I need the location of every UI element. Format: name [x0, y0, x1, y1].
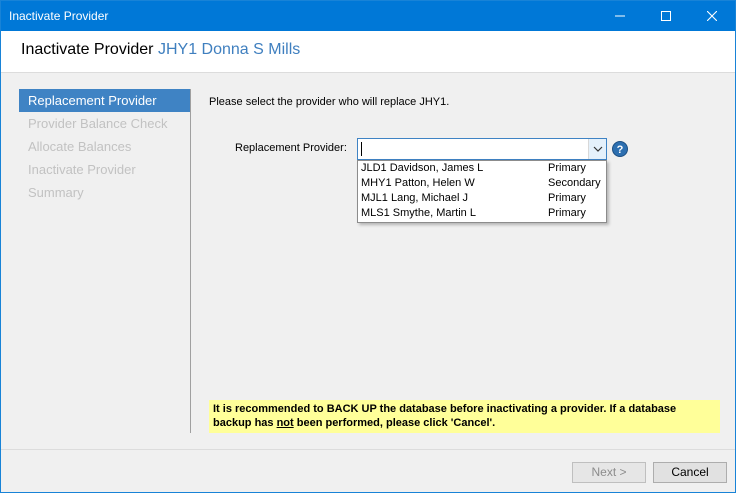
header-title: Inactivate Provider JHY1 Donna S Mills: [21, 41, 300, 59]
option-name: MHY1 Patton, Helen W: [361, 177, 475, 189]
chevron-down-icon: [593, 146, 602, 152]
dialog-window: Inactivate Provider Inactivate Provider …: [0, 0, 736, 493]
instruction-text: Please select the provider who will repl…: [209, 96, 450, 108]
dropdown-option[interactable]: MLS1 Smythe, Martin L Primary: [358, 206, 606, 221]
option-name: MJL1 Lang, Michael J: [361, 192, 468, 204]
option-name: MLS1 Smythe, Martin L: [361, 207, 476, 219]
replacement-provider-label: Replacement Provider:: [235, 142, 347, 154]
option-type: Primary: [548, 207, 586, 219]
close-button[interactable]: [689, 1, 735, 31]
warning-text-not: not: [276, 417, 294, 429]
step-summary: Summary: [28, 185, 84, 200]
maximize-button[interactable]: [643, 1, 689, 31]
footer-divider: [1, 449, 735, 450]
step-provider-balance-check: Provider Balance Check: [28, 116, 168, 131]
warning-text-2: been performed, please click 'Cancel'.: [293, 417, 496, 429]
minimize-icon: [615, 15, 625, 17]
replacement-provider-combobox[interactable]: [357, 138, 607, 160]
option-type: Secondary: [548, 177, 601, 189]
help-icon[interactable]: ?: [612, 141, 628, 157]
cancel-button[interactable]: Cancel: [653, 462, 727, 483]
step-replacement-provider[interactable]: Replacement Provider: [19, 89, 190, 112]
replacement-provider-input[interactable]: [360, 140, 588, 158]
maximize-icon: [661, 11, 671, 21]
header-provider-name: JHY1 Donna S Mills: [157, 41, 301, 58]
dropdown-toggle[interactable]: [588, 139, 606, 159]
backup-warning: It is recommended to BACK UP the databas…: [209, 400, 720, 433]
minimize-button[interactable]: [597, 1, 643, 31]
dropdown-option[interactable]: MHY1 Patton, Helen W Secondary: [358, 176, 606, 191]
title-bar[interactable]: Inactivate Provider: [1, 1, 735, 31]
provider-dropdown-list: JLD1 Davidson, James L Primary MHY1 Patt…: [357, 160, 607, 223]
option-name: JLD1 Davidson, James L: [361, 162, 484, 174]
dialog-header: Inactivate Provider JHY1 Donna S Mills: [1, 31, 735, 73]
option-type: Primary: [548, 162, 586, 174]
dropdown-option[interactable]: MJL1 Lang, Michael J Primary: [358, 191, 606, 206]
header-label: Inactivate Provider: [21, 41, 154, 58]
next-button[interactable]: Next >: [572, 462, 646, 483]
step-allocate-balances: Allocate Balances: [28, 139, 132, 154]
dropdown-option[interactable]: JLD1 Davidson, James L Primary: [358, 161, 606, 176]
window-title: Inactivate Provider: [9, 9, 109, 23]
option-type: Primary: [548, 192, 586, 204]
close-icon: [707, 11, 717, 21]
wizard-steps: Replacement Provider Provider Balance Ch…: [19, 89, 191, 433]
text-caret: [361, 142, 362, 156]
step-inactivate-provider: Inactivate Provider: [28, 162, 136, 177]
